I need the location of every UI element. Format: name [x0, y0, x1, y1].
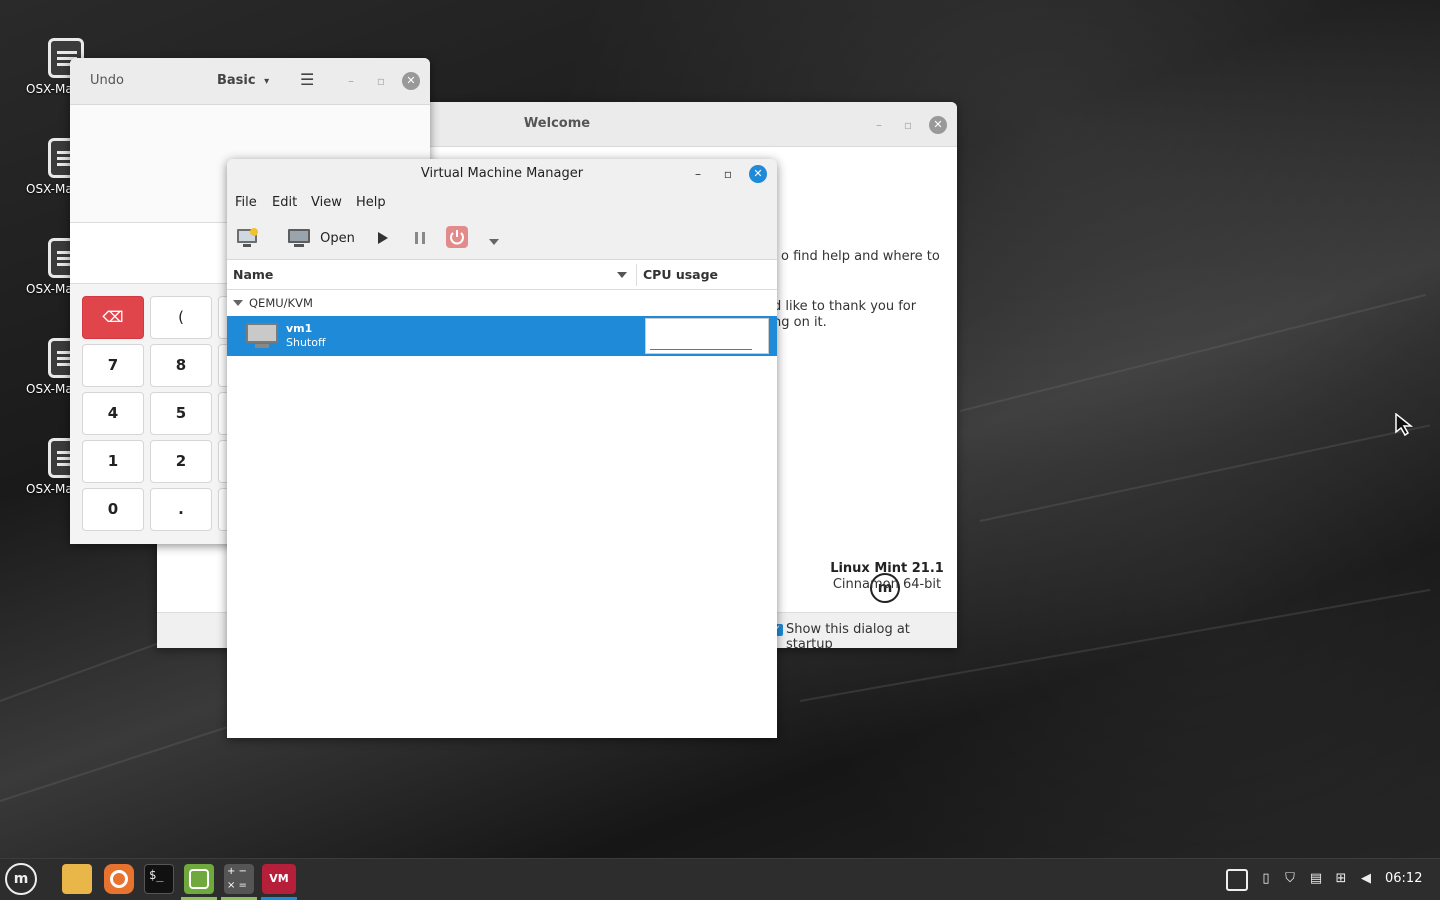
mode-selector[interactable]: Basic ▾	[217, 73, 269, 88]
pause-button[interactable]	[412, 229, 428, 247]
mouse-cursor-icon	[1395, 413, 1414, 437]
connection-label: QEMU/KVM	[249, 296, 313, 310]
menu-edit[interactable]: Edit	[272, 195, 297, 210]
calculator-titlebar[interactable]: Undo Basic ▾ ☰ – ▫ ✕	[70, 58, 430, 105]
welcome-text: d like to thank you for	[773, 299, 917, 314]
open-paren-button[interactable]: (	[150, 296, 212, 339]
vmm-menubar: File Edit View Help	[227, 189, 777, 217]
shield-icon[interactable]: ⛉	[1282, 871, 1298, 887]
linux-mint-logo-icon: m	[13, 871, 29, 887]
product-edition: Cinnamon 64-bit	[832, 577, 942, 592]
open-button[interactable]: Open	[287, 227, 355, 249]
sort-down-icon[interactable]	[616, 271, 628, 279]
maximize-icon[interactable]: ▫	[719, 165, 737, 183]
taskbar-calculator[interactable]: + − × =	[224, 864, 254, 894]
maximize-icon[interactable]: ▫	[372, 72, 390, 90]
clock[interactable]: 06:12	[1385, 871, 1422, 886]
close-icon[interactable]: ✕	[749, 165, 767, 183]
key-4-button[interactable]: 4	[82, 392, 144, 435]
taskbar-virt-manager[interactable]: VM	[262, 864, 296, 894]
chevron-down-icon: ▾	[264, 76, 270, 87]
welcome-text: o find help and where to	[781, 249, 940, 264]
chevron-down-icon	[489, 239, 499, 245]
volume-icon[interactable]: ◀	[1358, 871, 1374, 887]
vm-monitor-icon	[246, 323, 278, 348]
close-icon[interactable]: ✕	[402, 72, 420, 90]
calculator-icon: + − × =	[227, 866, 247, 891]
vm-name: vm1	[286, 322, 313, 335]
clipboard-icon[interactable]: ▯	[1258, 871, 1274, 887]
column-name[interactable]: Name	[233, 267, 273, 282]
cpu-usage-graph	[645, 318, 769, 354]
vm-icon: VM	[269, 872, 289, 885]
run-button[interactable]	[375, 229, 391, 247]
vmm-toolbar: Open	[227, 217, 777, 260]
key-1-button[interactable]: 1	[82, 440, 144, 483]
open-label: Open	[320, 230, 355, 246]
taskbar-files[interactable]	[62, 864, 92, 894]
column-cpu-usage[interactable]: CPU usage	[643, 267, 718, 282]
key-7-button[interactable]: 7	[82, 344, 144, 387]
shutdown-button[interactable]	[446, 226, 468, 248]
minimize-icon[interactable]: –	[870, 116, 888, 134]
close-icon[interactable]: ✕	[929, 116, 947, 134]
linux-mint-logo-icon	[189, 869, 209, 889]
folder-icon	[62, 864, 92, 894]
key-5-button[interactable]: 5	[150, 392, 212, 435]
pause-icon	[415, 232, 425, 244]
product-name: Linux Mint 21.1	[830, 561, 944, 576]
menu-help[interactable]: Help	[356, 195, 386, 210]
key-2-button[interactable]: 2	[150, 440, 212, 483]
column-divider[interactable]	[636, 264, 637, 286]
menu-file[interactable]: File	[235, 195, 257, 210]
mode-label: Basic	[217, 73, 256, 88]
vm-row[interactable]: vm1 Shutoff	[227, 316, 777, 356]
firefox-icon	[110, 870, 128, 888]
network-icon[interactable]: ⊞	[1333, 871, 1349, 887]
notes-icon[interactable]: ▤	[1308, 871, 1324, 887]
hamburger-menu-icon[interactable]: ☰	[300, 70, 314, 89]
vmm-titlebar[interactable]: Virtual Machine Manager – ▫ ✕	[227, 159, 777, 189]
key-8-button[interactable]: 8	[150, 344, 212, 387]
menu-view[interactable]: View	[311, 195, 342, 210]
taskbar-firefox[interactable]	[104, 864, 134, 894]
menu-button[interactable]: m	[5, 863, 37, 895]
shutdown-menu-button[interactable]	[487, 232, 501, 245]
undo-button[interactable]: Undo	[90, 73, 124, 88]
new-vm-button[interactable]	[235, 227, 261, 249]
taskbar-terminal[interactable]: $_	[144, 864, 174, 894]
backspace-button[interactable]: ⌫	[82, 296, 144, 339]
cpu-usage-line	[650, 349, 752, 350]
minimize-icon[interactable]: –	[689, 165, 707, 183]
terminal-icon: $_	[149, 868, 164, 882]
expander-down-icon[interactable]	[233, 299, 243, 307]
wallpaper-line	[979, 424, 1431, 522]
minimize-icon[interactable]: –	[342, 72, 360, 90]
connection-row-qemu[interactable]: QEMU/KVM	[227, 290, 777, 316]
vm-status: Shutoff	[286, 336, 326, 349]
vm-list-header: Name CPU usage	[227, 260, 777, 290]
welcome-text: ng on it.	[773, 315, 827, 330]
wallpaper-line	[959, 293, 1426, 412]
monitor-icon	[288, 229, 310, 247]
key-0-button[interactable]: 0	[82, 488, 144, 531]
key-point-button[interactable]: .	[150, 488, 212, 531]
taskbar-welcome[interactable]	[184, 864, 214, 894]
play-icon	[378, 232, 388, 244]
taskbar: m $_ + − × = VM ▯ ⛉ ▤ ⊞ ◀ 06:12	[0, 858, 1440, 900]
power-icon	[450, 230, 464, 245]
startup-checkbox-label[interactable]: Show this dialog at startup	[786, 622, 957, 648]
new-vm-icon	[237, 228, 258, 247]
workspace-switcher-icon[interactable]	[1226, 869, 1248, 891]
vmm-window: Virtual Machine Manager – ▫ ✕ File Edit …	[227, 159, 777, 738]
maximize-icon[interactable]: ▫	[899, 116, 917, 134]
